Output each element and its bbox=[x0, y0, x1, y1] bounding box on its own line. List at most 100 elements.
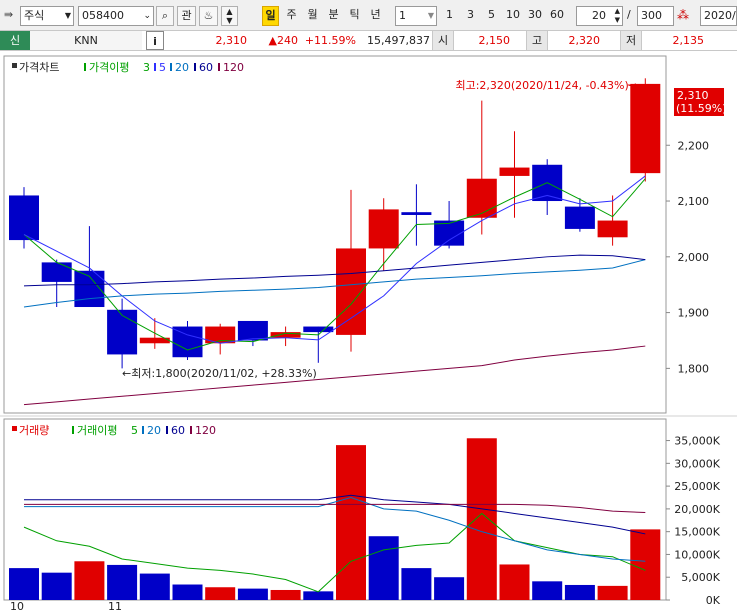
y-tick-label: 30,000K bbox=[674, 457, 720, 470]
legend-ma60: 60 bbox=[199, 61, 213, 74]
open-value: 2,150 bbox=[478, 34, 511, 47]
price-change-pct: +11.59% bbox=[304, 34, 356, 47]
gwan-button[interactable]: 관 bbox=[177, 6, 196, 26]
volume-bar bbox=[499, 564, 530, 600]
max-annotation: 최고:2,320(2020/11/24, -0.43%)→ bbox=[455, 79, 638, 92]
volume-bar bbox=[107, 564, 138, 600]
period-week-button[interactable]: 주 bbox=[283, 6, 300, 26]
legend-marker bbox=[72, 426, 74, 434]
tick-3-button[interactable]: 3 bbox=[462, 6, 479, 26]
candle-body bbox=[368, 209, 399, 249]
price-legend: 가격차트 가격이평 3 5 20 60 120 bbox=[12, 61, 244, 74]
stock-name: KNN bbox=[30, 31, 142, 50]
grid-icon[interactable]: ⁂ bbox=[677, 6, 693, 26]
legend-marker bbox=[166, 426, 168, 434]
total-value: 300 bbox=[641, 9, 662, 22]
tick-10-button[interactable]: 10 bbox=[503, 6, 523, 26]
info-icon[interactable]: i bbox=[146, 31, 164, 50]
volume-bar bbox=[270, 589, 301, 600]
period-tick-button[interactable]: 틱 bbox=[346, 6, 363, 26]
volume-bar bbox=[336, 445, 366, 600]
bell-icon[interactable]: ♨ bbox=[199, 6, 218, 26]
chevron-down-icon[interactable]: ⌄ bbox=[143, 7, 151, 25]
market-select[interactable]: 주식 ▼ bbox=[20, 6, 74, 26]
interval-select[interactable]: 1 ▼ bbox=[395, 6, 437, 26]
date-input[interactable]: 2020/ bbox=[700, 6, 737, 26]
candle-body bbox=[303, 326, 334, 333]
legend-marker bbox=[142, 426, 144, 434]
y-tick-label: 15,000K bbox=[674, 526, 720, 539]
volume-bar bbox=[401, 568, 432, 600]
spin-icon[interactable]: ▲ ▼ bbox=[615, 7, 620, 25]
period-year-button[interactable]: 년 bbox=[367, 6, 384, 26]
volume-bar bbox=[466, 438, 497, 600]
tick-30-button[interactable]: 30 bbox=[525, 6, 545, 26]
low-value: 2,135 bbox=[672, 34, 705, 47]
min-annotation: ←최저:1,800(2020/11/02, +28.33%) bbox=[122, 367, 317, 380]
volume-bar bbox=[434, 577, 465, 600]
period-day-button[interactable]: 일 bbox=[262, 6, 279, 26]
open-label: 시 bbox=[432, 31, 454, 50]
low-label: 저 bbox=[620, 31, 642, 50]
tick-5-button[interactable]: 5 bbox=[483, 6, 500, 26]
chevron-down-icon[interactable]: ▼ bbox=[65, 7, 71, 25]
credit-badge: 신 bbox=[0, 31, 30, 50]
chevron-down-icon[interactable]: ▼ bbox=[428, 7, 434, 25]
y-tick-label: 2,000 bbox=[678, 251, 710, 264]
legend-ma20: 20 bbox=[175, 61, 189, 74]
code-input[interactable]: 058400 ⌄ bbox=[78, 6, 154, 26]
legend-marker bbox=[194, 63, 196, 71]
volume-bar bbox=[532, 581, 563, 600]
current-price: 2,310 bbox=[215, 34, 248, 47]
period-month-button[interactable]: 월 bbox=[304, 6, 321, 26]
legend-marker bbox=[154, 63, 156, 71]
candle-body bbox=[41, 262, 72, 282]
legend-vma20: 20 bbox=[147, 424, 161, 437]
legend-volume: 거래량 bbox=[19, 424, 49, 437]
current-price-label: 2,310 bbox=[677, 89, 709, 102]
slash-label: / bbox=[627, 8, 631, 21]
legend-price-ma: 가격이평 bbox=[89, 61, 129, 74]
legend-ma3: 3 bbox=[143, 61, 150, 74]
y-tick-label: 1,900 bbox=[678, 307, 710, 320]
period-minute-button[interactable]: 분 bbox=[325, 6, 342, 26]
count-input[interactable]: 20 ▲ ▼ bbox=[576, 6, 623, 26]
volume-value: 15,497,837 bbox=[367, 34, 430, 47]
y-tick-label: 5,000K bbox=[681, 571, 720, 584]
candle-body bbox=[9, 195, 39, 241]
legend-marker bbox=[170, 63, 172, 71]
legend-vma120: 120 bbox=[195, 424, 216, 437]
volume-bar bbox=[564, 584, 595, 600]
tick-1-button[interactable]: 1 bbox=[441, 6, 458, 26]
chart-area[interactable]: 가격차트 가격이평 3 5 20 60 120 거래량 거래이평 5 20 60… bbox=[0, 51, 737, 614]
market-select-value: 주식 bbox=[24, 9, 45, 22]
volume-bar bbox=[597, 585, 628, 600]
y-tick-label: 25,000K bbox=[674, 480, 720, 493]
search-icon[interactable]: ⌕ bbox=[156, 6, 174, 26]
legend-vma60: 60 bbox=[171, 424, 185, 437]
spin-icon[interactable]: ▲ ▼ bbox=[221, 6, 238, 26]
count-value: 20 bbox=[592, 9, 606, 22]
total-input[interactable]: 300 bbox=[637, 6, 674, 26]
legend-volume-ma: 거래이평 bbox=[77, 424, 117, 437]
current-pct-label: (11.59%) bbox=[676, 102, 727, 115]
volume-bar bbox=[205, 587, 236, 600]
candle-body bbox=[172, 326, 203, 358]
y-tick-label: 20,000K bbox=[674, 503, 720, 516]
price-panel-frame bbox=[3, 55, 667, 414]
volume-bar bbox=[74, 561, 105, 600]
candle-body bbox=[434, 220, 465, 246]
volume-bar bbox=[9, 568, 39, 600]
candle-body bbox=[564, 206, 595, 229]
candle-body bbox=[466, 178, 497, 218]
volume-bar bbox=[172, 584, 203, 600]
candle-body bbox=[107, 309, 138, 355]
tick-60-button[interactable]: 60 bbox=[547, 6, 567, 26]
arrow-in-icon[interactable]: ⇛ bbox=[4, 6, 14, 26]
legend-marker bbox=[84, 63, 86, 71]
y-tick-label: 0K bbox=[706, 594, 721, 607]
legend-marker bbox=[218, 63, 220, 71]
legend-marker bbox=[190, 426, 192, 434]
y-tick-label: 10,000K bbox=[674, 548, 720, 561]
candle-body bbox=[499, 167, 530, 176]
